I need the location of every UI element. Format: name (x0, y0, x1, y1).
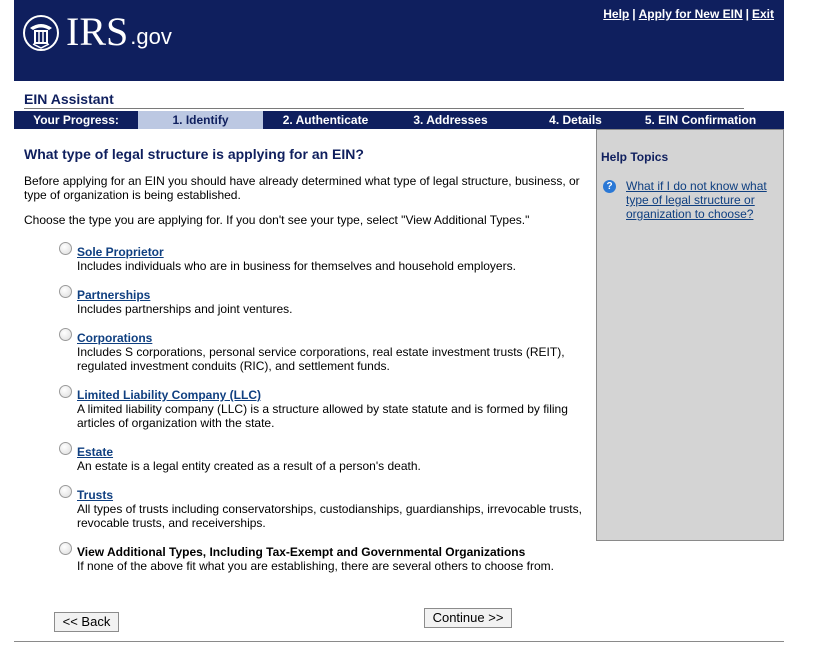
main-content: What type of legal structure is applying… (24, 146, 594, 573)
radio-trusts[interactable] (59, 485, 72, 498)
progress-bar: Your Progress: 1. Identify 2. Authentica… (14, 111, 784, 129)
link-separator: | (745, 7, 749, 21)
eagle-seal-icon (23, 15, 59, 51)
radio-estate[interactable] (59, 442, 72, 455)
help-link[interactable]: Help (603, 7, 629, 21)
exit-link[interactable]: Exit (752, 7, 774, 21)
radio-additional-types[interactable] (59, 542, 72, 555)
irs-logo[interactable]: IRS .gov (22, 12, 172, 52)
option-title-link[interactable]: Estate (77, 445, 113, 459)
radio-sole-proprietor[interactable] (59, 242, 72, 255)
progress-step-details: 4. Details (549, 113, 602, 127)
help-topics-heading: Help Topics (601, 150, 669, 164)
logo-suffix: .gov (130, 24, 172, 49)
progress-label: Your Progress: (33, 113, 119, 127)
continue-button[interactable]: Continue >> (424, 608, 512, 628)
option-title: View Additional Types, Including Tax-Exe… (77, 545, 526, 559)
help-legal-structure-link[interactable]: What if I do not know what type of legal… (626, 179, 776, 221)
help-topics-panel: Help Topics ? What if I do not know what… (596, 129, 784, 541)
option-title-link[interactable]: Trusts (77, 488, 113, 502)
option-title-link[interactable]: Sole Proprietor (77, 245, 164, 259)
option-description: Includes partnerships and joint ventures… (77, 302, 293, 316)
footer-divider (14, 641, 784, 642)
instruction-text: Choose the type you are applying for. If… (24, 213, 530, 227)
option-title-link[interactable]: Limited Liability Company (LLC) (77, 388, 261, 402)
option-title-link[interactable]: Corporations (77, 331, 152, 345)
question-heading: What type of legal structure is applying… (24, 146, 364, 162)
radio-partnerships[interactable] (59, 285, 72, 298)
option-description: A limited liability company (LLC) is a s… (77, 402, 568, 430)
back-button[interactable]: << Back (54, 612, 119, 632)
link-separator: | (632, 7, 636, 21)
apply-new-ein-link[interactable]: Apply for New EIN (639, 7, 743, 21)
progress-step-addresses: 3. Addresses (413, 113, 488, 127)
logo-text: IRS (66, 9, 129, 54)
page-title: EIN Assistant (24, 91, 114, 107)
help-question-icon: ? (603, 180, 616, 193)
option-description: Includes S corporations, personal servic… (77, 345, 565, 373)
intro-text: Before applying for an EIN you should ha… (24, 174, 580, 202)
option-description: All types of trusts including conservato… (77, 502, 582, 530)
title-bar: EIN Assistant (24, 90, 744, 109)
page: IRS .gov Help | Apply for New EIN | Exit EIN… (14, 0, 784, 647)
progress-step-ein-confirmation: 5. EIN Confirmation (644, 113, 757, 127)
option-description: Includes individuals who are in business… (77, 259, 516, 273)
top-links: Help | Apply for New EIN | Exit (603, 7, 774, 21)
progress-step-authenticate: 2. Authenticate (282, 113, 369, 127)
option-description: If none of the above fit what you are es… (77, 559, 554, 573)
option-description: An estate is a legal entity created as a… (77, 459, 421, 473)
site-header: IRS .gov Help | Apply for New EIN | Exit (14, 0, 784, 81)
radio-llc[interactable] (59, 385, 72, 398)
option-title-link[interactable]: Partnerships (77, 288, 150, 302)
radio-corporations[interactable] (59, 328, 72, 341)
progress-step-identify: 1. Identify (138, 111, 263, 129)
